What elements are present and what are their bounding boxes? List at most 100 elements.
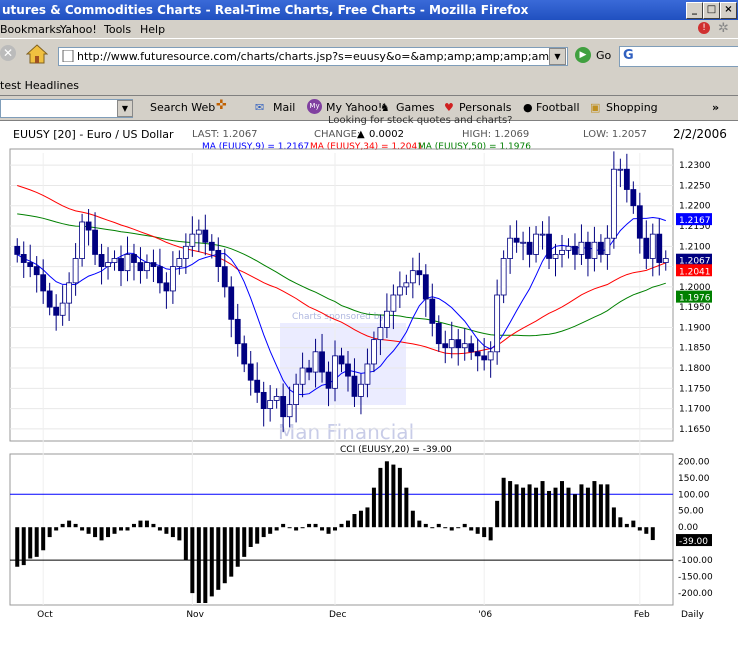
shopping-button[interactable]: Shopping bbox=[606, 101, 658, 114]
cci-bar bbox=[183, 527, 188, 561]
sponsor-name: Man Financial bbox=[278, 420, 414, 444]
url-dropdown-button[interactable]: ▼ bbox=[549, 48, 566, 65]
candle-body bbox=[137, 262, 144, 272]
cci-bar bbox=[307, 523, 312, 528]
price-chart-svg: Charts sponsored by Man Financial 1.2300… bbox=[9, 148, 713, 620]
toolbar-more-button[interactable]: » bbox=[712, 101, 719, 114]
candle-body bbox=[390, 294, 397, 312]
gear-icon[interactable]: ✲ bbox=[718, 21, 729, 36]
cci-bar bbox=[650, 527, 655, 541]
candle-body bbox=[396, 286, 403, 296]
cci-bar bbox=[534, 487, 539, 528]
cci-bar bbox=[456, 527, 461, 529]
candle-body bbox=[85, 221, 92, 231]
cci-bar bbox=[222, 527, 227, 584]
cci-bar bbox=[345, 520, 350, 528]
cci-bar bbox=[443, 527, 448, 529]
menu-tools[interactable]: Tools bbox=[104, 23, 131, 36]
cci-bar bbox=[73, 523, 78, 528]
candle-body bbox=[546, 233, 552, 259]
price-y-tick: 1.2250 bbox=[679, 181, 711, 191]
cci-bar bbox=[125, 527, 130, 531]
go-icon[interactable]: ▶ bbox=[575, 47, 591, 63]
cci-bar bbox=[274, 527, 279, 531]
candle-body bbox=[124, 254, 131, 272]
mail-button[interactable]: Mail bbox=[273, 101, 295, 114]
personals-button[interactable]: Personals bbox=[459, 101, 512, 114]
maximize-button[interactable]: □ bbox=[703, 2, 720, 19]
cci-bar bbox=[119, 527, 124, 531]
candle-body bbox=[585, 241, 591, 259]
candle-body bbox=[636, 205, 643, 239]
candle-body bbox=[559, 249, 565, 255]
search-input[interactable]: G bbox=[619, 46, 738, 67]
menu-bookmarks[interactable]: Bookmarks bbox=[0, 23, 61, 36]
candle-body bbox=[371, 339, 377, 365]
my-yahoo-button[interactable]: My Yahoo! bbox=[326, 101, 382, 114]
stop-icon[interactable]: ✕ bbox=[0, 45, 16, 61]
football-button[interactable]: Football bbox=[536, 101, 580, 114]
cci-bar bbox=[391, 464, 396, 528]
cci-y-tick: 200.00 bbox=[678, 457, 710, 467]
home-icon[interactable] bbox=[26, 44, 48, 64]
candle-body bbox=[610, 168, 617, 239]
bookmark-latest-headlines[interactable]: test Headlines bbox=[0, 79, 79, 92]
cci-bar bbox=[501, 477, 506, 528]
candle-body bbox=[20, 254, 27, 263]
cci-bar bbox=[60, 523, 65, 528]
candle-body bbox=[332, 355, 338, 389]
candle-body bbox=[345, 363, 351, 377]
candle-body bbox=[591, 241, 598, 259]
shopping-icon: ▣ bbox=[590, 101, 601, 114]
cci-bar bbox=[488, 527, 493, 541]
cci-bar bbox=[644, 527, 649, 534]
menu-yahoo[interactable]: Yahoo! bbox=[60, 23, 97, 36]
close-window-button[interactable]: × bbox=[720, 2, 737, 19]
cci-bar bbox=[469, 527, 474, 531]
go-button[interactable]: Go bbox=[596, 49, 611, 62]
cci-bar bbox=[41, 527, 46, 551]
cci-bar bbox=[151, 523, 156, 528]
cci-bar bbox=[521, 487, 526, 528]
candle-body bbox=[383, 310, 390, 328]
games-button[interactable]: Games bbox=[396, 101, 434, 114]
x-tick-daily: Daily bbox=[681, 610, 704, 620]
price-y-tick: 1.1950 bbox=[679, 303, 711, 313]
menu-help[interactable]: Help bbox=[140, 23, 165, 36]
cci-bar bbox=[547, 490, 552, 528]
price-y-tick: 1.2200 bbox=[679, 202, 711, 212]
cci-bar bbox=[482, 527, 487, 538]
candle-body bbox=[468, 343, 475, 353]
candle-body bbox=[46, 290, 53, 308]
mail-icon[interactable]: ✉ bbox=[255, 101, 264, 114]
cci-bar bbox=[618, 517, 623, 528]
alert-icon[interactable]: ! bbox=[698, 22, 710, 34]
cci-y-tick: -150.00 bbox=[678, 573, 713, 583]
candle-body bbox=[448, 339, 455, 349]
candle-body bbox=[364, 363, 371, 385]
yahoo-search-field[interactable] bbox=[0, 99, 133, 118]
cci-bar bbox=[255, 527, 260, 544]
url-text: http://www.futuresource.com/charts/chart… bbox=[77, 50, 567, 63]
candle-body bbox=[494, 294, 501, 353]
google-icon: G bbox=[623, 48, 634, 63]
candle-body bbox=[649, 233, 656, 259]
cci-bar bbox=[28, 527, 33, 559]
candle-body bbox=[358, 383, 364, 397]
candle-body bbox=[66, 282, 73, 304]
url-bar[interactable]: http://www.futuresource.com/charts/chart… bbox=[58, 47, 568, 66]
candle-body bbox=[377, 327, 384, 341]
cci-bar bbox=[164, 527, 169, 534]
highlight-icon[interactable]: ✜ bbox=[216, 98, 227, 113]
window-title-bar[interactable]: utures & Commodities Charts - Real-Time … bbox=[0, 0, 738, 20]
candle-body bbox=[92, 229, 98, 255]
minimize-button[interactable]: _ bbox=[686, 2, 703, 19]
candle-body bbox=[234, 318, 241, 345]
candle-body bbox=[422, 274, 429, 300]
search-dropdown-button[interactable]: ▼ bbox=[117, 100, 133, 117]
cci-bar bbox=[326, 527, 331, 534]
bookmarks-toolbar: test Headlines bbox=[0, 73, 738, 96]
cci-bar bbox=[261, 527, 266, 538]
search-web-button[interactable]: Search Web bbox=[150, 101, 215, 114]
cci-bar bbox=[333, 527, 338, 531]
